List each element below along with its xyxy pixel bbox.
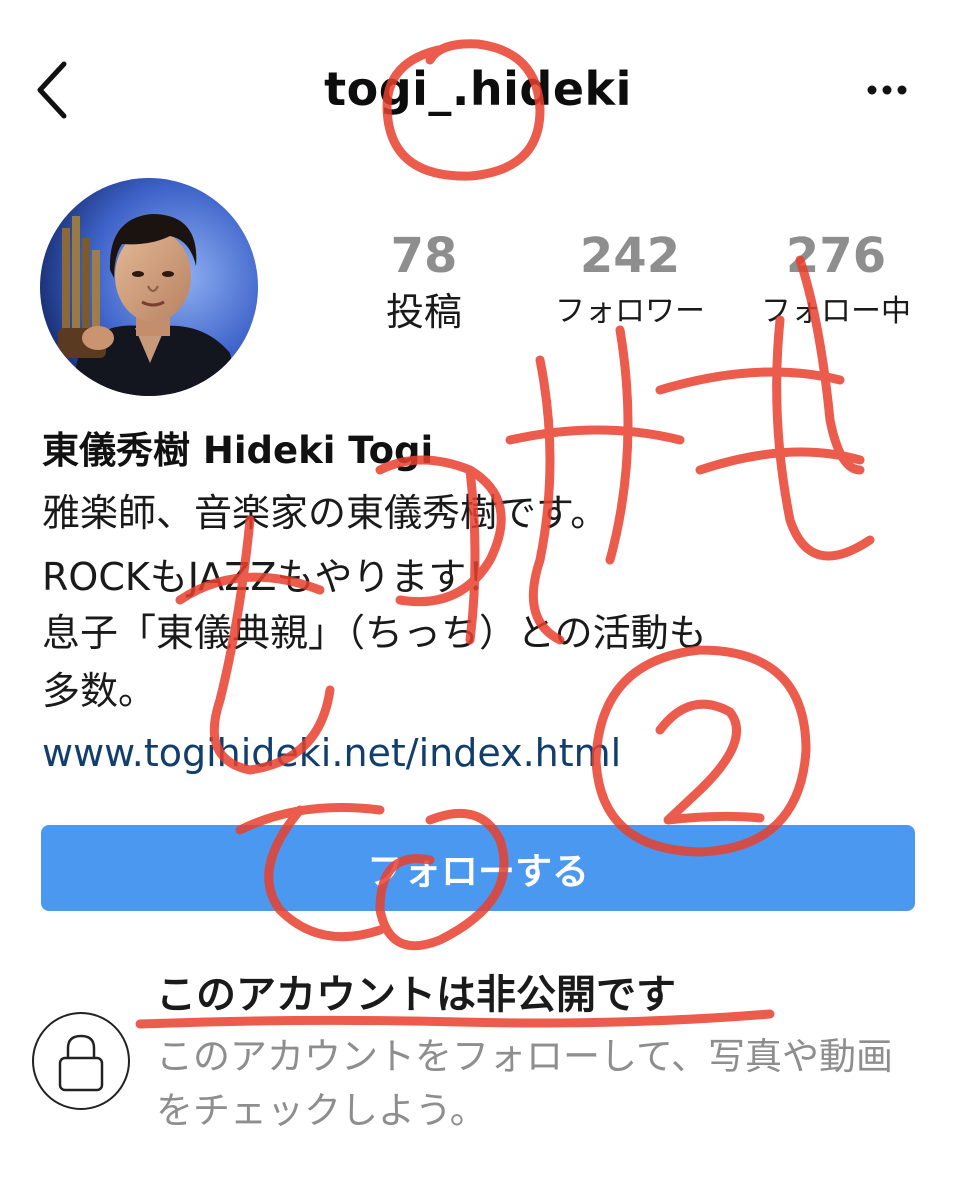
annotation-stroke [605, 325, 633, 565]
posts-label: 投稿 [385, 290, 462, 334]
website-link[interactable]: www.togihideki.net/index.html [42, 728, 621, 778]
annotation-circled-two [591, 645, 811, 857]
annotation-stroke [505, 425, 685, 445]
bio-line: 雅楽師、音楽家の東儀秀樹です。 [42, 491, 609, 535]
following-count: 276 [785, 228, 887, 284]
followers-label: フォロワー [555, 294, 705, 329]
follow-button[interactable]: フォローする [41, 825, 915, 911]
posts-count: 78 [390, 228, 458, 284]
profile-name: 東儀秀樹 Hideki Togi [42, 429, 434, 472]
annotation-stroke [695, 447, 865, 475]
bio-line: 多数。 [42, 669, 157, 713]
ellipsis-icon [867, 85, 907, 95]
private-account-title: このアカウントは非公開です [156, 972, 676, 1018]
private-account-description: このアカウントをフォローして、写真や動画をチェックしよう。 [156, 1035, 894, 1132]
lock-icon [58, 1034, 104, 1092]
more-options-button[interactable] [860, 70, 914, 110]
page-title: togi_.hideki [324, 62, 632, 116]
following-label: フォロー中 [761, 294, 911, 329]
lock-badge [32, 1012, 130, 1110]
annotation-digit-two [655, 699, 765, 825]
annotation-stroke [655, 367, 845, 395]
bio-line: ROCKもJAZZもやります！ [42, 555, 505, 599]
bio-line: 息子「東儀典親」（ちっち）との活動も [42, 611, 707, 655]
stat-followers[interactable]: 242 フォロワー [532, 226, 728, 334]
profile-avatar[interactable] [40, 178, 258, 396]
stat-following[interactable]: 276 フォロー中 [738, 226, 934, 334]
avatar-photo [40, 178, 258, 396]
annotation-stroke [772, 315, 875, 561]
followers-count: 242 [579, 228, 681, 284]
stat-posts[interactable]: 78 投稿 [354, 226, 494, 334]
